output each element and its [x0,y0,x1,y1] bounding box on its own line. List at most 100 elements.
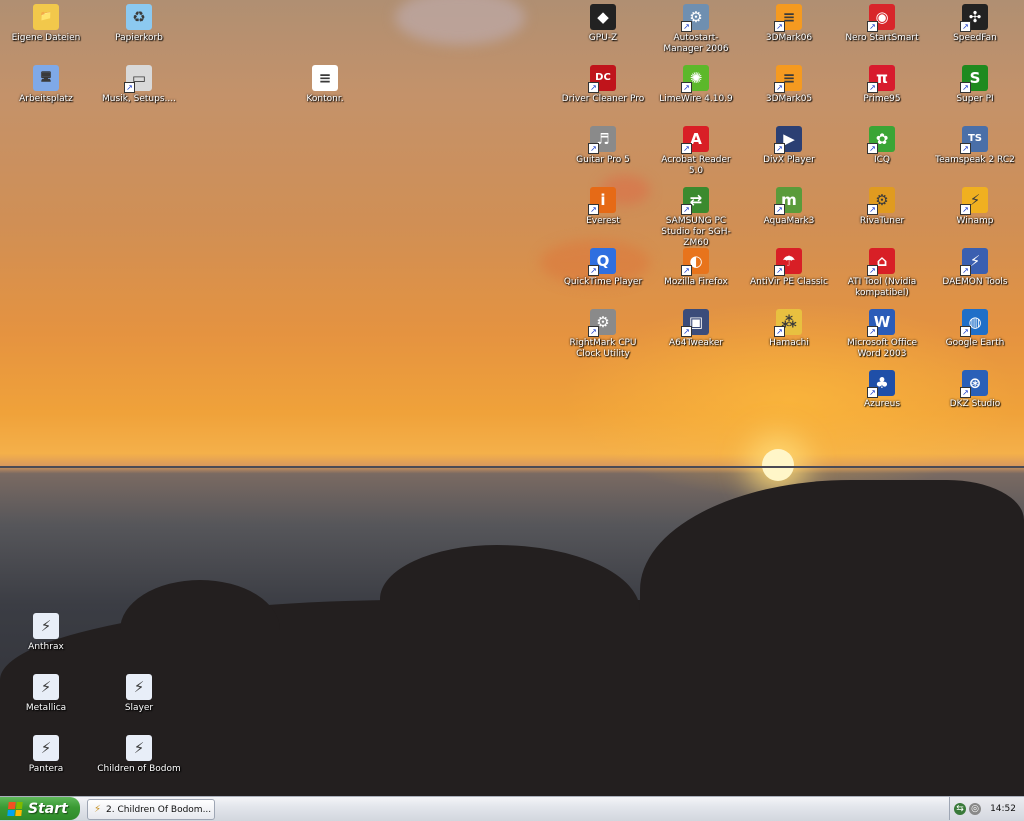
winamp-playlist-file-icon: ⚡ [33,735,59,761]
desktop-icon[interactable]: ⚡ Anthrax [2,613,90,653]
shortcut-arrow-icon: ↗ [774,204,785,215]
desktop-icon-label: Guitar Pro 5 [576,155,630,165]
desktop-icon[interactable]: ▶ ↗ DivX Player [745,126,833,166]
taskbar: Start ⚡ 2. Children Of Bodom... ⇆ ◎ 14:5… [0,796,1024,821]
nero-icon: ◉ ↗ [867,4,895,32]
desktop-icon[interactable]: ≡ Kontonr. [281,65,369,105]
rivatuner-icon: ⚙ ↗ [867,187,895,215]
desktop-icon[interactable]: W ↗ Microsoft Office Word 2003 [838,309,926,360]
dkz-studio-icon: ⊛ ↗ [960,370,988,398]
desktop-icon[interactable]: π ↗ Prime95 [838,65,926,105]
desktop-icon[interactable]: ♣ ↗ Azureus [838,370,926,410]
shortcut-arrow-icon: ↗ [681,143,692,154]
desktop-icon[interactable]: 🖥 Arbeitsplatz [2,65,90,105]
azureus-frog-icon: ♣ ↗ [867,370,895,398]
desktop-icon-label: Pantera [28,764,64,774]
desktop-icon[interactable]: ≡ ↗ 3DMark05 [745,65,833,105]
desktop-icon[interactable]: ◆ GPU-Z [559,4,647,44]
rocks [120,580,280,680]
rightmark-gear-icon: ⚙ ↗ [588,309,616,337]
winamp-playlist-file-icon: ⚡ [126,674,152,700]
divx-icon: ▶ ↗ [774,126,802,154]
desktop-icon[interactable]: Q ↗ QuickTime Player [559,248,647,288]
shortcut-arrow-icon: ↗ [867,21,878,32]
desktop-icon-label: Mozilla Firefox [664,277,728,287]
desktop-icon[interactable]: ⁂ ↗ Hamachi [745,309,833,349]
shortcut-arrow-icon: ↗ [588,326,599,337]
network-tray-icon[interactable]: ⇆ [954,802,967,815]
shortcut-arrow-icon: ↗ [681,21,692,32]
shortcut-arrow-icon: ↗ [867,387,878,398]
desktop-icon-label: Driver Cleaner Pro [561,94,645,104]
a64tweaker-icon: ▣ ↗ [681,309,709,337]
desktop-icon-label: Metallica [25,703,67,713]
shortcut-arrow-icon: ↗ [124,82,135,93]
desktop-icon[interactable]: A ↗ Acrobat Reader 5.0 [652,126,740,177]
start-label: Start [28,800,68,817]
gpu-chip-icon: ◆ [590,4,616,30]
desktop-icon[interactable]: ◍ ↗ Google Earth [931,309,1019,349]
desktop-icon[interactable]: m ↗ AquaMark3 [745,187,833,227]
firefox-icon: ◐ ↗ [681,248,709,276]
rocks [640,480,1024,680]
desktop-icon[interactable]: ⚡ ↗ DAEMON Tools [931,248,1019,288]
desktop-icon[interactable]: ✣ ↗ SpeedFan [931,4,1019,44]
desktop-icon[interactable]: ⚙ ↗ RivaTuner [838,187,926,227]
desktop-icon[interactable]: ⚡ Metallica [2,674,90,714]
desktop-icon[interactable]: TS ↗ Teamspeak 2 RC2 [931,126,1019,166]
desktop-icon[interactable]: ✺ ↗ LimeWire 4.10.9 [652,65,740,105]
desktop-icon[interactable]: S ↗ Super PI [931,65,1019,105]
horizon [0,466,1024,468]
shortcut-arrow-icon: ↗ [774,143,785,154]
desktop-icon-label: Teamspeak 2 RC2 [935,155,1015,165]
desktop-icon[interactable]: ⇄ ↗ SAMSUNG PC Studio for SGH-ZM60 [652,187,740,249]
desktop-icon[interactable]: ⚡ Pantera [2,735,90,775]
guitar-pro-icon: ♬ ↗ [588,126,616,154]
shortcut-arrow-icon: ↗ [681,326,692,337]
autostart-icon: ⚙ ↗ [681,4,709,32]
shortcut-arrow-icon: ↗ [867,82,878,93]
recycle-bin-icon: ♻ [126,4,152,30]
desktop-icon[interactable]: ◐ ↗ Mozilla Firefox [652,248,740,288]
sun [762,449,794,481]
desktop-icon-label: QuickTime Player [563,277,643,287]
shortcut-arrow-icon: ↗ [588,143,599,154]
desktop-icon[interactable]: DC ↗ Driver Cleaner Pro [559,65,647,105]
desktop-icon[interactable]: ▭ ↗ Musik, Setups.... [95,65,183,105]
desktop-icon-label: LimeWire 4.10.9 [659,94,733,104]
desktop-icon-label: Acrobat Reader 5.0 [661,155,731,176]
desktop-icon[interactable]: ⌂ ↗ ATI Tool (Nvidia kompatibel) [838,248,926,299]
desktop-icon[interactable]: ◉ ↗ Nero StartSmart [838,4,926,44]
volume-tray-icon[interactable]: ◎ [969,802,982,815]
desktop-icon[interactable]: ▣ ↗ A64Tweaker [652,309,740,349]
desktop-icon[interactable]: ⊛ ↗ DKZ Studio [931,370,1019,410]
desktop-icon-label: AntiVir PE Classic [749,277,828,287]
desktop-icon[interactable]: 📁 Eigene Dateien [2,4,90,44]
desktop-icon[interactable]: ✿ ↗ ICQ [838,126,926,166]
word-icon: W ↗ [867,309,895,337]
shortcut-arrow-icon: ↗ [774,265,785,276]
clock: 14:52 [990,803,1016,814]
desktop-icon[interactable]: ♬ ↗ Guitar Pro 5 [559,126,647,166]
everest-icon: i ↗ [588,187,616,215]
shortcut-arrow-icon: ↗ [960,326,971,337]
daemon-tools-icon: ⚡ ↗ [960,248,988,276]
desktop-icon-label: Children of Bodom [97,764,181,774]
shortcut-arrow-icon: ↗ [774,82,785,93]
desktop-icon-label: ATI Tool (Nvidia kompatibel) [847,277,917,298]
desktop-icon[interactable]: ⚙ ↗ RightMark CPU Clock Utility [559,309,647,360]
taskbar-button-winamp[interactable]: ⚡ 2. Children Of Bodom... [87,799,215,820]
desktop-icon[interactable]: ⚡ Slayer [95,674,183,714]
desktop-icon[interactable]: ≡ ↗ 3DMark06 [745,4,833,44]
shortcut-arrow-icon: ↗ [774,326,785,337]
desktop-icon[interactable]: ♻ Papierkorb [95,4,183,44]
desktop-icon[interactable]: ☂ ↗ AntiVir PE Classic [745,248,833,288]
start-button[interactable]: Start [0,797,80,820]
shortcut-arrow-icon: ↗ [960,82,971,93]
desktop-icon[interactable]: ⚙ ↗ Autostart-Manager 2006 [652,4,740,55]
desktop-icon[interactable]: ⚡ Children of Bodom [95,735,183,775]
desktop-icon[interactable]: i ↗ Everest [559,187,647,227]
teamspeak-icon: TS ↗ [960,126,988,154]
desktop-icon-label: Hamachi [769,338,809,348]
desktop-icon[interactable]: ⚡ ↗ Winamp [931,187,1019,227]
